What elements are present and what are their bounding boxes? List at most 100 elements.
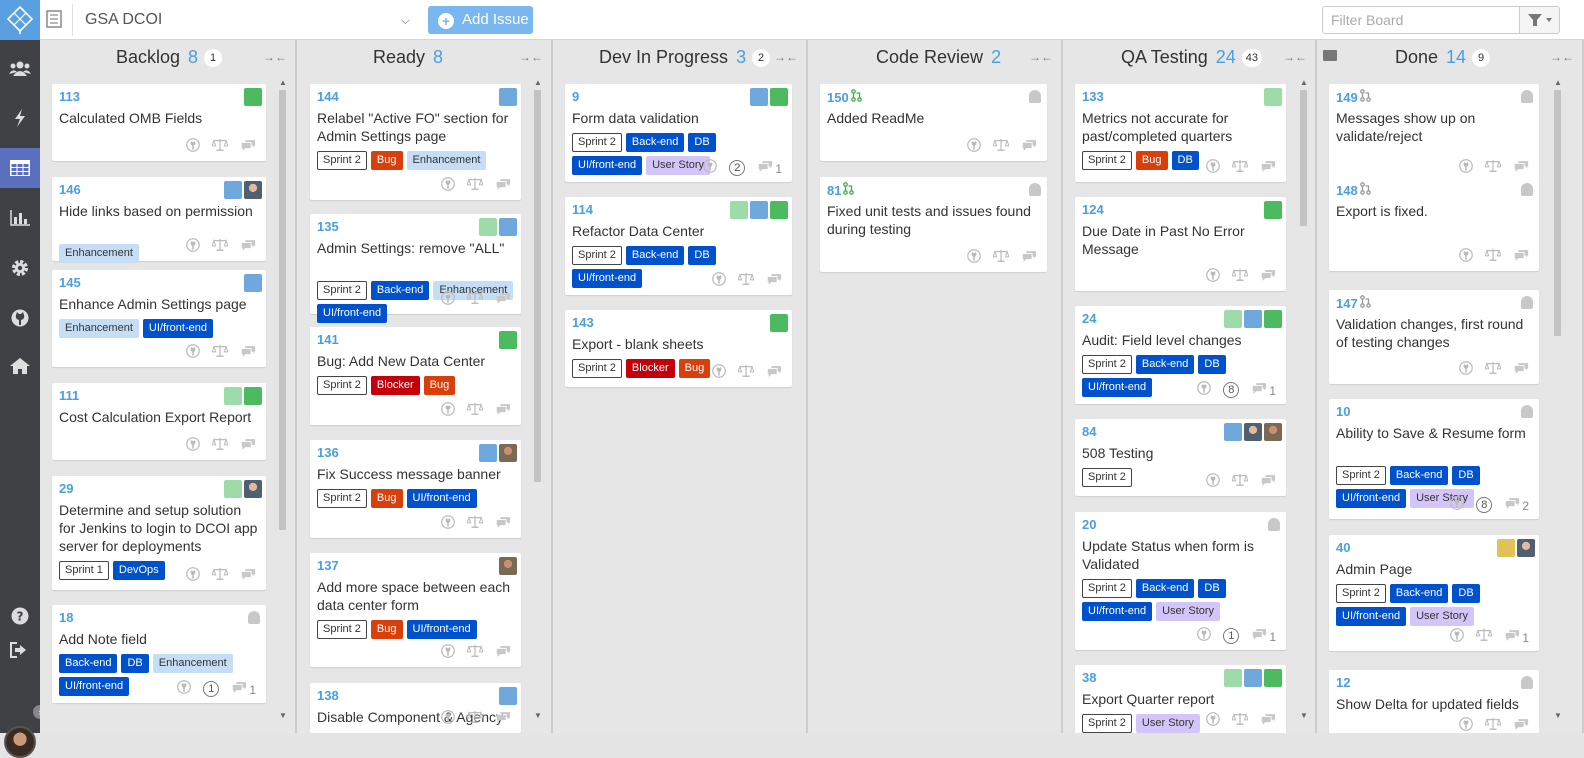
github-icon[interactable]: [186, 344, 200, 361]
issue-card[interactable]: 38 Export Quarter report Sprint 2 User Stor…: [1075, 665, 1286, 733]
comments[interactable]: [495, 516, 511, 532]
issue-card[interactable]: 133 Metrics not accurate for past/complet…: [1075, 84, 1286, 182]
label-ui-front-end[interactable]: UI/front-end: [59, 677, 130, 696]
github-icon[interactable]: [1459, 361, 1473, 378]
estimate-icon[interactable]: [1231, 159, 1249, 176]
estimate-icon[interactable]: [211, 138, 229, 155]
label-back-end[interactable]: Back-end: [625, 246, 685, 265]
estimate-icon[interactable]: [1475, 628, 1493, 645]
comments-icon[interactable]: [1513, 160, 1529, 176]
label-bug[interactable]: Bug: [370, 151, 403, 170]
issue-title[interactable]: Calculated OMB Fields: [59, 109, 259, 127]
avatar[interactable]: [499, 444, 517, 462]
github-icon[interactable]: [703, 159, 718, 176]
identicon-avatar[interactable]: [1244, 669, 1262, 687]
unassigned-user-icon[interactable]: [1029, 183, 1041, 196]
logout-icon[interactable]: [0, 630, 40, 670]
scroll-down-icon[interactable]: ▼: [534, 711, 542, 720]
issue-title[interactable]: Metrics not accurate for past/completed …: [1082, 109, 1279, 145]
identicon-avatar[interactable]: [499, 331, 517, 349]
label-back-end[interactable]: Back-end: [370, 281, 430, 300]
issue-number[interactable]: 149: [1336, 89, 1371, 105]
comments[interactable]: [766, 273, 782, 289]
label-sprint-2[interactable]: Sprint 2: [317, 376, 367, 395]
issue-title[interactable]: Messages show up on validate/reject: [1336, 109, 1532, 145]
comments-icon[interactable]: [240, 568, 256, 584]
identicon-avatar[interactable]: [224, 480, 242, 498]
issue-card[interactable]: 138 Disable Component & Agency: [310, 683, 521, 733]
estimate-badge[interactable]: 1: [203, 680, 220, 697]
label-enhancement[interactable]: Enhancement: [59, 244, 139, 263]
issue-title[interactable]: Form data validation: [572, 109, 785, 127]
comments[interactable]: [766, 365, 782, 381]
label-db[interactable]: DB: [1452, 584, 1480, 603]
label-bug[interactable]: Bug: [1135, 151, 1168, 170]
label-sprint-2[interactable]: Sprint 2: [572, 246, 622, 265]
estimate-badge[interactable]: 8: [1223, 381, 1240, 398]
comments[interactable]: [1260, 160, 1276, 176]
avatar[interactable]: [1244, 423, 1262, 441]
label-ui-front-end[interactable]: UI/front-end: [1082, 378, 1153, 397]
issue-title[interactable]: Fixed unit tests and issues found during…: [827, 202, 1040, 238]
comments[interactable]: [1260, 269, 1276, 285]
issue-title[interactable]: Due Date in Past No Error Message: [1082, 222, 1279, 258]
comments-icon[interactable]: [1504, 629, 1520, 645]
label-sprint-2[interactable]: Sprint 2: [572, 133, 622, 152]
avatar[interactable]: [4, 726, 36, 758]
issue-title[interactable]: Export - blank sheets: [572, 335, 785, 353]
identicon-avatar[interactable]: [499, 687, 517, 705]
issue-title[interactable]: Fix Success message banner: [317, 465, 514, 483]
estimate-badge[interactable]: 2: [729, 159, 746, 176]
comments[interactable]: 1: [757, 160, 782, 176]
identicon-avatar[interactable]: [499, 218, 517, 236]
issue-title[interactable]: Determine and setup solution for Jenkins…: [59, 501, 259, 555]
estimate-icon[interactable]: [466, 515, 484, 532]
github-icon[interactable]: [186, 437, 200, 454]
comments-icon[interactable]: [240, 239, 256, 255]
issue-card[interactable]: 9 Form data validation Sprint 2 Back-end DB U…: [565, 84, 792, 182]
issue-number[interactable]: 146: [59, 182, 81, 197]
issue-title[interactable]: Show Delta for updated fields: [1336, 695, 1532, 713]
issue-number[interactable]: 20: [1082, 517, 1096, 532]
estimate-icon[interactable]: [1484, 159, 1502, 176]
identicon-avatar[interactable]: [1224, 669, 1242, 687]
estimate-icon[interactable]: [466, 402, 484, 419]
identicon-avatar[interactable]: [499, 88, 517, 106]
label-ui-front-end[interactable]: UI/front-end: [572, 156, 643, 175]
comments[interactable]: [495, 292, 511, 308]
identicon-avatar[interactable]: [770, 314, 788, 332]
estimate-icon[interactable]: [211, 238, 229, 255]
label-sprint-1[interactable]: Sprint 1: [59, 561, 109, 580]
comments-icon[interactable]: [495, 645, 511, 661]
identicon-avatar[interactable]: [224, 387, 242, 405]
issue-number[interactable]: 29: [59, 481, 73, 496]
comments[interactable]: [495, 403, 511, 419]
comments-icon[interactable]: [757, 160, 773, 176]
identicon-avatar[interactable]: [1264, 201, 1282, 219]
label-user-story[interactable]: User Story: [1410, 607, 1475, 626]
issue-title[interactable]: Add more space between each data center …: [317, 578, 514, 614]
github-icon[interactable]: [441, 291, 455, 308]
issue-title[interactable]: Export Quarter report: [1082, 690, 1279, 708]
issue-number[interactable]: 18: [59, 610, 73, 625]
github-icon[interactable]: [1459, 717, 1473, 733]
column-scrollbar[interactable]: [1554, 90, 1561, 336]
github-icon[interactable]: [1206, 712, 1220, 729]
label-ui-front-end[interactable]: UI/front-end: [1336, 607, 1407, 626]
issue-title[interactable]: Added ReadMe: [827, 109, 1040, 127]
issue-card[interactable]: 10 Ability to Save & Resume form Sprint 2B…: [1329, 399, 1539, 519]
issue-card[interactable]: 12 Show Delta for updated fields: [1329, 670, 1539, 733]
collapse-column-icon[interactable]: →←: [1283, 50, 1307, 64]
issue-title[interactable]: Validation changes, first round of testi…: [1336, 315, 1532, 351]
scroll-up-icon[interactable]: ▲: [1300, 78, 1308, 87]
add-issue-button[interactable]: + Add Issue: [428, 6, 533, 34]
issue-title[interactable]: Update Status when form is Validated: [1082, 537, 1279, 573]
issue-number[interactable]: 145: [59, 275, 81, 290]
label-sprint-2[interactable]: Sprint 2: [1336, 584, 1386, 603]
estimate-icon[interactable]: [211, 567, 229, 584]
github-icon[interactable]: [186, 138, 200, 155]
comments-icon[interactable]: [1260, 713, 1276, 729]
label-bug[interactable]: Bug: [423, 376, 456, 395]
comments-icon[interactable]: [495, 403, 511, 419]
issue-title[interactable]: 508 Testing: [1082, 444, 1279, 462]
